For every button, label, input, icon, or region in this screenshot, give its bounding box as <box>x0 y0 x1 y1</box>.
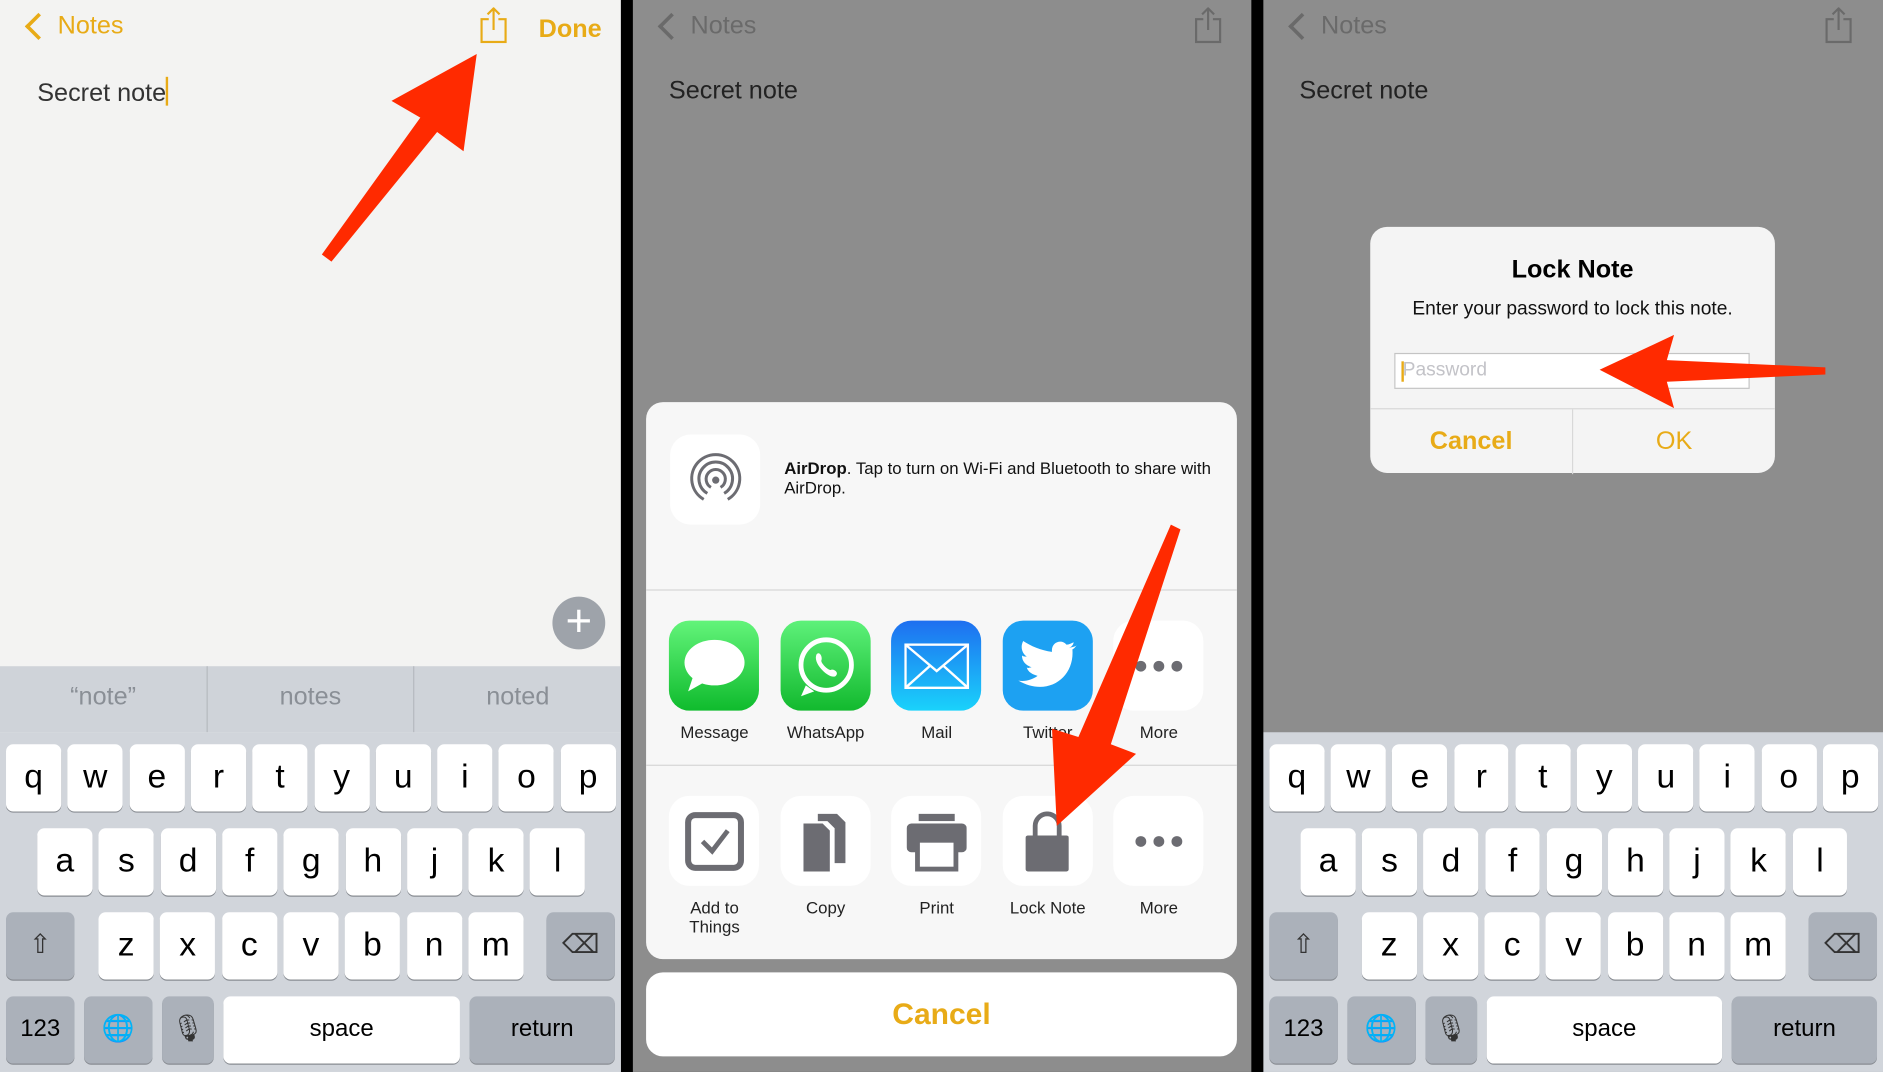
red-arrow-icon <box>1599 334 1826 409</box>
screenshot-composite: Notes Done Secret note + “note” notes no… <box>0 0 1883 1072</box>
annotation-arrows <box>321 54 1826 826</box>
red-arrow-icon <box>321 54 477 262</box>
red-arrow-icon <box>1051 524 1181 826</box>
